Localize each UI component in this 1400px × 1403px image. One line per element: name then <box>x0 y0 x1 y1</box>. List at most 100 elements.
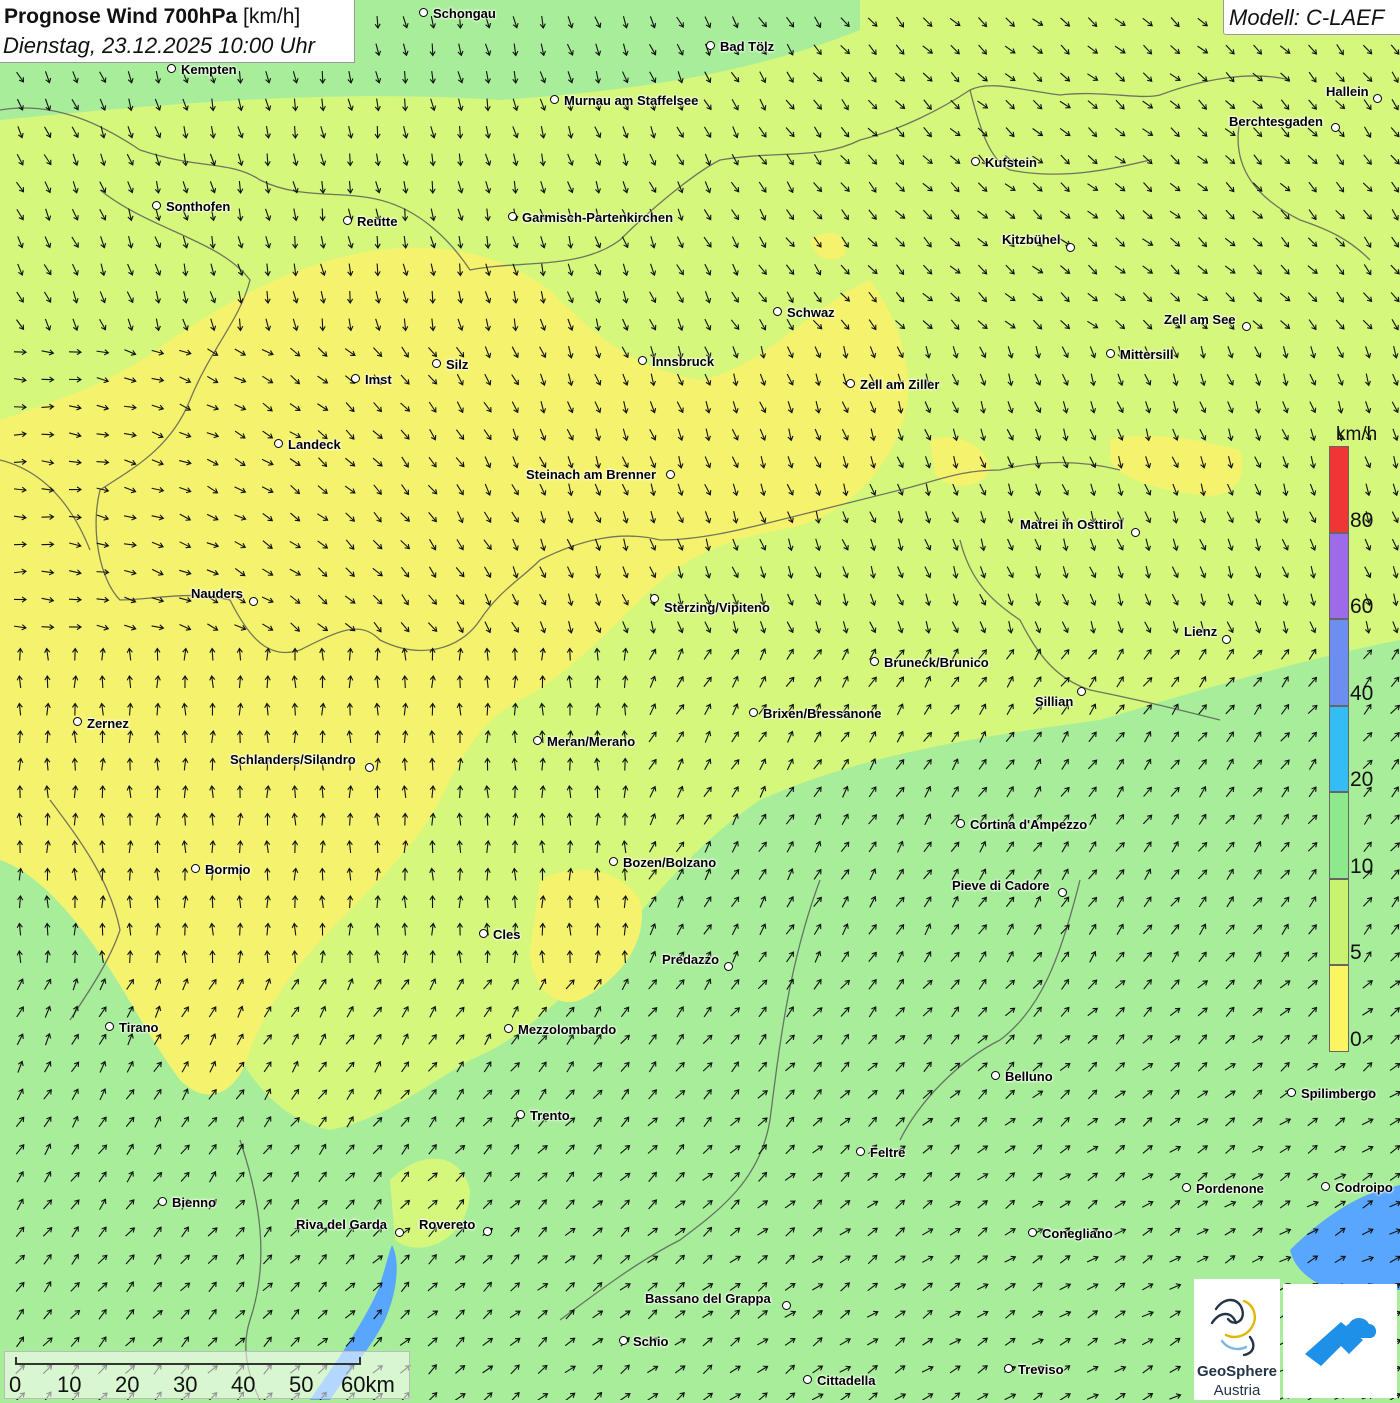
city-label: Kitzbühel <box>1002 232 1061 247</box>
city-label: Schio <box>633 1334 669 1349</box>
city-marker-icon <box>419 8 428 17</box>
city-label: Matrei in Osttirol <box>1020 517 1124 532</box>
city-label: Reutte <box>357 214 398 229</box>
city-label: Bienno <box>172 1195 217 1210</box>
city-label: Treviso <box>1018 1362 1064 1377</box>
scale-bar-label: 30 <box>173 1372 198 1397</box>
city-marker-icon <box>1242 322 1251 331</box>
city-marker-icon <box>650 594 659 603</box>
city-marker-icon <box>516 1110 525 1119</box>
city-marker-icon <box>619 1336 628 1345</box>
city-label: Schwaz <box>787 305 835 320</box>
city-label: Silz <box>446 357 469 372</box>
scale-bar-line <box>15 1357 361 1365</box>
city-label: Belluno <box>1005 1069 1053 1084</box>
city-marker-icon <box>846 379 855 388</box>
scale-bar-label: 60km <box>341 1372 395 1397</box>
city-marker-icon <box>550 95 559 104</box>
city-marker-icon <box>533 736 542 745</box>
city-marker-icon <box>706 41 715 50</box>
city-marker-icon <box>971 157 980 166</box>
city-label: Schongau <box>433 6 496 21</box>
city-marker-icon <box>152 201 161 210</box>
city-marker-icon <box>1004 1364 1013 1373</box>
scale-bar-label: 20 <box>115 1372 140 1397</box>
city-label: Predazzo <box>662 952 720 967</box>
title-box: Prognose Wind 700hPa [km/h] Dienstag, 23… <box>0 0 355 63</box>
geosphere-emblem-icon <box>1210 1298 1256 1357</box>
city-marker-icon <box>749 708 758 717</box>
city-marker-icon <box>249 597 258 606</box>
city-label: Nauders <box>191 586 244 601</box>
city-label: Kufstein <box>985 155 1037 170</box>
legend-color-segment <box>1329 705 1349 792</box>
city-label: Tirano <box>119 1020 159 1035</box>
city-label: Trento <box>530 1108 570 1123</box>
city-label: Innsbruck <box>652 354 715 369</box>
legend-tick-label: 10 <box>1350 854 1374 878</box>
city-marker-icon <box>638 356 647 365</box>
city-label: Kempten <box>181 62 237 77</box>
city-label: Spilimbergo <box>1301 1086 1377 1101</box>
scale-bar-label: 0 <box>9 1372 22 1397</box>
city-marker-icon <box>870 657 879 666</box>
city-marker-icon <box>73 717 82 726</box>
city-label: Mittersill <box>1120 347 1174 362</box>
city-marker-icon <box>158 1197 167 1206</box>
city-label: Bormio <box>205 862 251 877</box>
city-label: Sillian <box>1035 694 1074 709</box>
weather-app-icon <box>1305 1318 1377 1366</box>
city-marker-icon <box>856 1147 865 1156</box>
legend-color-segment <box>1329 792 1349 879</box>
city-marker-icon <box>803 1375 812 1384</box>
city-label: Zell am Ziller <box>860 377 940 392</box>
city-marker-icon <box>724 962 733 971</box>
city-marker-icon <box>1066 243 1075 252</box>
city-marker-icon <box>1028 1228 1037 1237</box>
forecast-datetime: Dienstag, 23.12.2025 10:00 Uhr <box>3 33 315 58</box>
city-label: Bozen/Bolzano <box>623 855 717 870</box>
city-label: Bruneck/Brunico <box>884 655 989 670</box>
legend-unit: km/h <box>1336 424 1378 445</box>
city-marker-icon <box>609 857 618 866</box>
city-label: Cles <box>493 927 521 942</box>
city-label: Bassano del Grappa <box>645 1291 771 1306</box>
city-marker-icon <box>956 819 965 828</box>
city-marker-icon <box>1077 687 1086 696</box>
city-marker-icon <box>105 1022 114 1031</box>
scale-bar-label: 10 <box>57 1372 82 1397</box>
city-label: Lienz <box>1184 624 1218 639</box>
map-title-main: Prognose Wind 700hPa <box>4 5 238 28</box>
city-label: Cortina d'Ampezzo <box>970 817 1088 832</box>
city-label: Sonthofen <box>166 199 231 214</box>
city-marker-icon <box>504 1024 513 1033</box>
scale-bar-label: 50 <box>289 1372 314 1397</box>
city-marker-icon <box>1131 528 1140 537</box>
legend-color-segment <box>1329 965 1349 1052</box>
city-marker-icon <box>365 763 374 772</box>
city-marker-icon <box>395 1228 404 1237</box>
city-marker-icon <box>191 864 200 873</box>
city-marker-icon <box>1058 888 1067 897</box>
city-label: Mezzolombardo <box>518 1022 617 1037</box>
legend-tick-label: 5 <box>1350 941 1362 964</box>
city-marker-icon <box>1287 1088 1296 1097</box>
city-label: Berchtesgaden <box>1229 114 1323 129</box>
legend-tick-label: 20 <box>1350 768 1374 791</box>
city-label: Riva del Garda <box>296 1217 388 1232</box>
city-label: Pieve di Cadore <box>952 878 1050 893</box>
city-label: Landeck <box>288 437 341 452</box>
geosphere-name-line2: Austria <box>1213 1382 1261 1399</box>
legend-tick-label: 80 <box>1350 508 1374 532</box>
legend-tick-label: 40 <box>1350 681 1374 705</box>
city-marker-icon <box>483 1227 492 1236</box>
city-label: Steinach am Brenner <box>526 467 657 482</box>
legend-tick-label: 0 <box>1350 1027 1362 1051</box>
city-label: Brixen/Bressanone <box>763 706 882 721</box>
legend-tick-label: 60 <box>1350 595 1374 618</box>
city-label: Bad Tölz <box>720 39 775 54</box>
city-marker-icon <box>351 374 360 383</box>
city-marker-icon <box>1373 94 1382 103</box>
legend-color-segment <box>1329 878 1349 965</box>
city-marker-icon <box>432 359 441 368</box>
